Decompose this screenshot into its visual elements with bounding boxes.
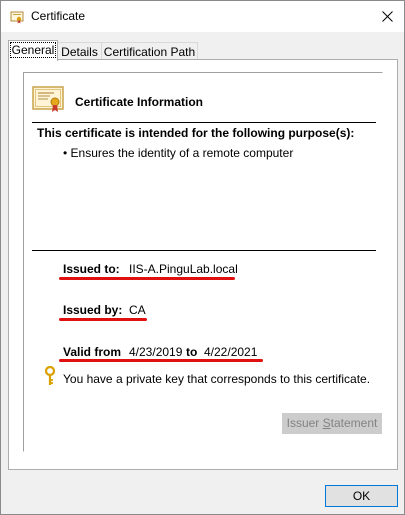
private-key-text: You have a private key that corresponds … [63,372,371,386]
certificate-info-title: Certificate Information [75,95,204,109]
close-icon [382,11,393,22]
valid-to-label: to [186,345,198,359]
divider-top [32,122,376,123]
tab-certification-path-label: Certification Path [103,45,196,59]
valid-from-label: Valid from [63,345,122,359]
issuer-statement-label-post: tatement [330,416,378,430]
window-title: Certificate [31,9,86,23]
validity-underline [59,359,263,362]
ok-button[interactable]: OK [325,485,398,507]
tab-details-label: Details [61,45,98,59]
issued-to-label: Issued to: [63,262,120,276]
valid-to-value: 4/22/2021 [204,345,258,359]
issued-by-underline [59,318,147,321]
purpose-heading: This certificate is intended for the fol… [37,126,355,140]
close-button[interactable] [371,1,404,32]
issuer-statement-label-pre: Issuer [286,416,323,430]
title-bar: Certificate [1,1,404,32]
ok-button-label: OK [352,489,371,503]
issued-to-value: IIS-A.PinguLab.local [129,262,238,276]
certificate-info-icon [32,86,64,112]
purpose-item: • Ensures the identity of a remote compu… [63,146,294,160]
certificate-icon [10,11,24,24]
certificate-dialog: Certificate General Details Certificatio… [0,0,405,515]
tab-general-label: General [9,42,57,58]
divider-bottom [32,250,376,251]
issued-to-underline [59,277,235,280]
key-icon [44,366,56,385]
issued-by-value: CA [129,303,146,317]
issued-by-label: Issued by: [63,303,123,317]
issuer-statement-label-accel: S [322,416,331,430]
valid-from-value: 4/23/2019 [129,345,183,359]
tab-general[interactable]: General [8,40,58,61]
issuer-statement-button[interactable]: Issuer Statement [282,413,382,434]
